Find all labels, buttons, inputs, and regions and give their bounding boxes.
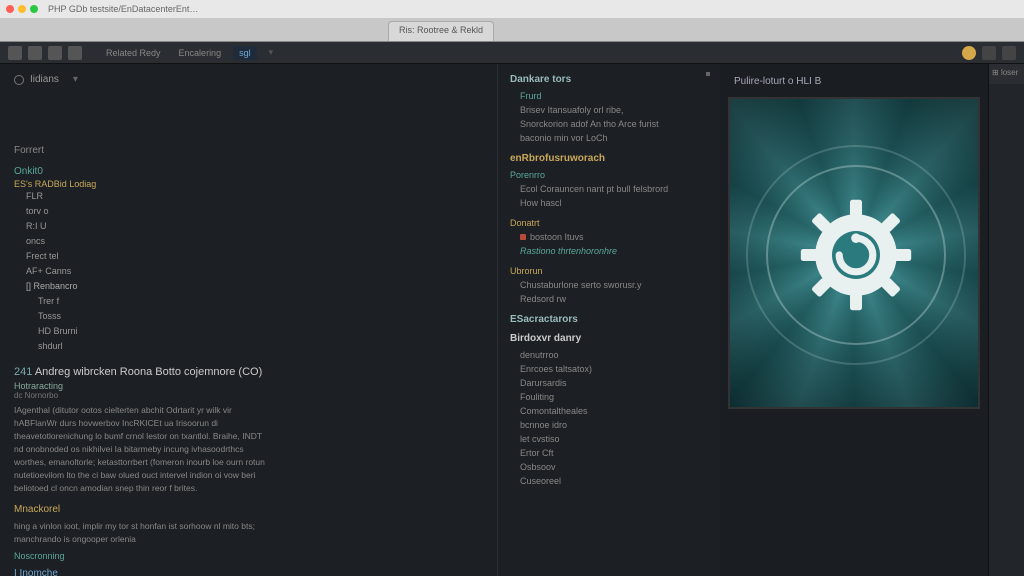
tree-item[interactable]: Tosss bbox=[14, 309, 268, 324]
right-rail: ⊞ loser bbox=[988, 64, 1024, 576]
article-number: 241 bbox=[14, 366, 32, 378]
article-body: IAgenthal (ditutor ootos cielterten abch… bbox=[14, 404, 268, 495]
outline-item[interactable]: Redsord rw bbox=[510, 292, 708, 306]
toolbar-crumb-active[interactable]: sgl bbox=[233, 46, 257, 60]
outline-item[interactable]: Frurd bbox=[510, 89, 708, 103]
heading-mnackorel: Mnackorel bbox=[14, 503, 268, 516]
outline-item[interactable]: Cuseoreel bbox=[510, 474, 708, 488]
article-subtitle-1: Hotraracting bbox=[14, 381, 268, 391]
sidebar-top-label: Iidians bbox=[30, 74, 59, 85]
editor-area bbox=[282, 64, 498, 576]
article-title-text: Andreg wibrcken Roona Botto cojemnore (C… bbox=[35, 366, 262, 378]
article-subtitle-2: dc Nornorbo bbox=[14, 391, 268, 400]
window-title: PHP GDb testsite/EnDatacenterEnt… bbox=[48, 4, 198, 14]
outline-item[interactable]: baconio min vor LoCh bbox=[510, 131, 708, 145]
sidebar: Iidians ▾ Forrert Onkit0 ES's RADBid Lod… bbox=[0, 64, 282, 576]
outline-item[interactable]: Ertor Cft bbox=[510, 446, 708, 460]
outline-item[interactable]: How hascl bbox=[510, 196, 708, 210]
toolbar-more-icon[interactable]: ▾ bbox=[263, 45, 280, 60]
refresh-icon[interactable] bbox=[68, 46, 82, 60]
outline-group-heading[interactable]: enRbrofusruworach bbox=[510, 153, 708, 164]
tree-item[interactable]: Frect tel bbox=[14, 249, 268, 264]
tree-item[interactable]: FLR bbox=[14, 189, 268, 204]
sidebar-top-menu[interactable]: Iidians ▾ bbox=[14, 74, 268, 85]
outline-group-heading[interactable]: ESacractarors bbox=[510, 314, 708, 325]
nav-back-icon[interactable] bbox=[8, 46, 22, 60]
outline-item[interactable]: let cvstiso bbox=[510, 432, 708, 446]
outline-item[interactable]: denutrroo bbox=[510, 348, 708, 362]
avatar[interactable] bbox=[962, 46, 976, 60]
article-heading: 241 Andreg wibrcken Roona Botto cojemnor… bbox=[14, 366, 268, 378]
outline-panel: Dankare tors Frurd Brisev Itansuafoly or… bbox=[498, 64, 720, 576]
tree-item[interactable]: HD Brurni bbox=[14, 324, 268, 339]
outline-group-heading[interactable]: Donatrt bbox=[510, 216, 708, 230]
link-radbid[interactable]: ES's RADBid Lodiag bbox=[14, 179, 268, 189]
mnackorel-body: hing a vinlon ioot, implir my tor st hon… bbox=[14, 520, 268, 546]
outline-item[interactable]: bcnnoe idro bbox=[510, 418, 708, 432]
outline-item-error[interactable]: bostoon Ituvs bbox=[510, 230, 708, 244]
outline-item[interactable]: Enrcoes taltsatox) bbox=[510, 362, 708, 376]
tree-item[interactable]: torv o bbox=[14, 204, 268, 219]
outline-item[interactable]: Darursardis bbox=[510, 376, 708, 390]
notifications-icon[interactable] bbox=[982, 46, 996, 60]
outline-item[interactable]: Brisev Itansuafoly orl ribe, bbox=[510, 103, 708, 117]
outline-item[interactable]: Chustaburlone serto sworusr.y bbox=[510, 278, 708, 292]
heading-noscron[interactable]: Noscronning bbox=[14, 550, 268, 563]
tree-item[interactable]: oncs bbox=[14, 234, 268, 249]
heading-onkit[interactable]: Onkit0 bbox=[14, 166, 268, 177]
browser-tabbar: Ris: Rootree & Rekld bbox=[0, 18, 1024, 42]
outline-item[interactable]: Porenrro bbox=[510, 168, 708, 182]
section-forrert: Forrert bbox=[14, 145, 268, 156]
preview-title: Pulire-loturt o HLI B bbox=[728, 72, 980, 91]
outline-item[interactable]: Osbsoov bbox=[510, 460, 708, 474]
chevron-down-icon: ▾ bbox=[73, 74, 78, 85]
toolbar: Related Redy Encalering sgl ▾ bbox=[0, 42, 1024, 64]
heading-inom[interactable]: I Inomche bbox=[14, 567, 268, 576]
tree-item[interactable]: shdurl bbox=[14, 339, 268, 354]
browser-tab-active[interactable]: Ris: Rootree & Rekld bbox=[388, 21, 494, 41]
nav-home-icon[interactable] bbox=[48, 46, 62, 60]
toolbar-crumb-2[interactable]: Encalering bbox=[173, 46, 228, 60]
tree-group[interactable]: [] Renbancro bbox=[14, 279, 268, 294]
gear-icon bbox=[796, 195, 916, 315]
outline-item[interactable]: Ecol Corauncen nant pt bull felsbrord bbox=[510, 182, 708, 196]
error-icon bbox=[520, 234, 526, 240]
outline-group-heading[interactable]: Ubrorun bbox=[510, 264, 708, 278]
outline-group-heading[interactable]: Dankare tors bbox=[510, 74, 708, 85]
outline-item[interactable]: Rastiono thrtenhoronhre bbox=[510, 244, 708, 258]
tree-item[interactable]: R:I U bbox=[14, 219, 268, 234]
preview-image bbox=[728, 97, 980, 409]
nav-forward-icon[interactable] bbox=[28, 46, 42, 60]
titlebar: PHP GDb testsite/EnDatacenterEnt… bbox=[0, 0, 1024, 18]
right-rail-header[interactable]: ⊞ loser bbox=[989, 64, 1024, 84]
outline-group-heading[interactable]: Birdoxvr danry bbox=[510, 333, 708, 344]
outline-item[interactable]: Snorckorion adof An tho Arce furist bbox=[510, 117, 708, 131]
window-minimize-icon[interactable] bbox=[18, 5, 26, 13]
tree-item[interactable]: AF+ Canns bbox=[14, 264, 268, 279]
preview-panel: Pulire-loturt o HLI B bbox=[720, 64, 988, 576]
toolbar-crumb-1[interactable]: Related Redy bbox=[100, 46, 167, 60]
settings-icon[interactable] bbox=[1002, 46, 1016, 60]
window-maximize-icon[interactable] bbox=[30, 5, 38, 13]
circle-icon bbox=[14, 75, 24, 85]
window-close-icon[interactable] bbox=[6, 5, 14, 13]
outline-item[interactable]: Comontaltheales bbox=[510, 404, 708, 418]
tree-item[interactable]: Trer f bbox=[14, 294, 268, 309]
outline-item[interactable]: Fouliting bbox=[510, 390, 708, 404]
